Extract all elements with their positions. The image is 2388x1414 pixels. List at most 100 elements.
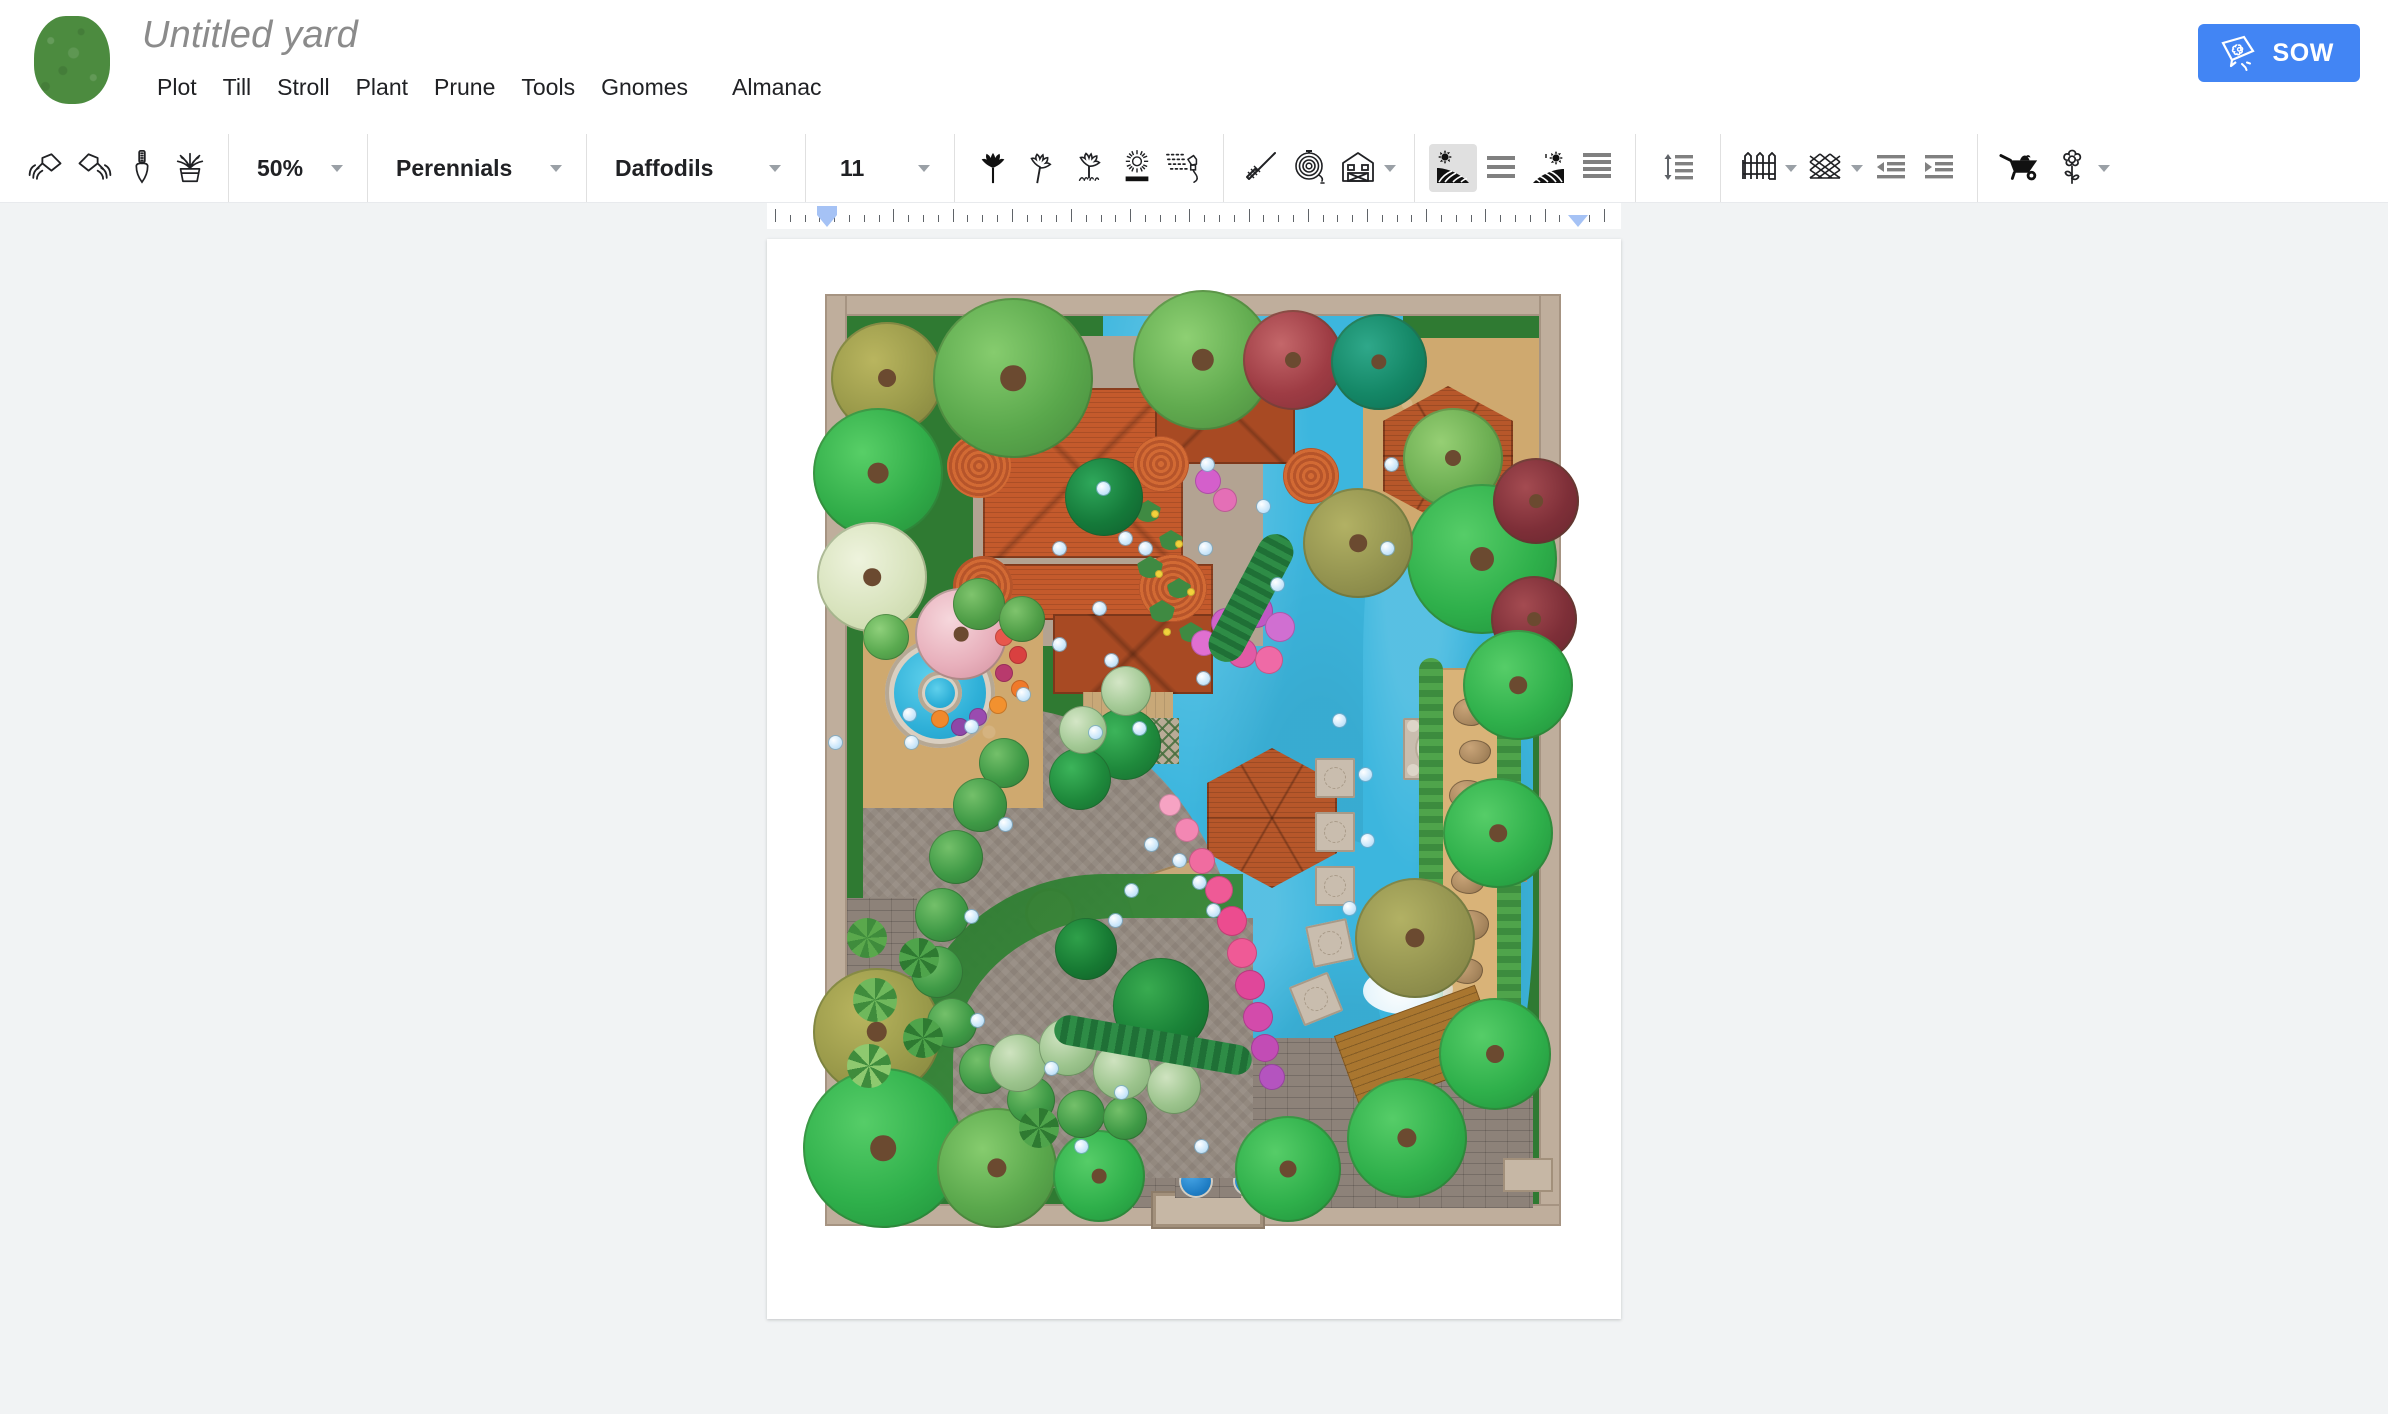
- landscape-garden-plan[interactable]: [803, 278, 1593, 1278]
- app-logo[interactable]: [22, 16, 122, 104]
- selection-handle-21[interactable]: [1133, 722, 1146, 735]
- seed-packet-icon: [2218, 33, 2258, 74]
- rake-button[interactable]: [1238, 144, 1286, 192]
- wheelbarrow-button[interactable]: [1992, 144, 2048, 192]
- size-select[interactable]: 11: [820, 144, 940, 192]
- selection-handle-37[interactable]: [1195, 1140, 1208, 1153]
- bold-flower-button[interactable]: [969, 144, 1017, 192]
- chevron-down-icon[interactable]: [1384, 164, 1396, 172]
- selection-handle-33[interactable]: [965, 910, 978, 923]
- menu-item-almanac[interactable]: Almanac: [719, 70, 834, 105]
- align-lines-right-button[interactable]: [1573, 144, 1621, 192]
- hose-reel-button[interactable]: [1286, 144, 1334, 192]
- selection-handle-10[interactable]: [1271, 578, 1284, 591]
- toolbar-group-mode: [1992, 134, 2114, 202]
- selection-handle-38[interactable]: [1075, 1140, 1088, 1153]
- ruler-tick: [982, 215, 983, 222]
- selection-handle-34[interactable]: [971, 1014, 984, 1027]
- selection-handle-11[interactable]: [1093, 602, 1106, 615]
- selection-handle-29[interactable]: [1207, 904, 1220, 917]
- menu-item-prune[interactable]: Prune: [421, 70, 508, 105]
- selection-handle-20[interactable]: [1089, 726, 1102, 739]
- selection-handle-7[interactable]: [1199, 542, 1212, 555]
- topiary-mid-south: [1055, 918, 1117, 980]
- selection-handle-32[interactable]: [999, 818, 1012, 831]
- selection-handle-16[interactable]: [903, 708, 916, 721]
- canvas-scroll-area[interactable]: [0, 228, 2388, 1414]
- picket-fence-button[interactable]: [1735, 144, 1783, 192]
- selection-handle-12[interactable]: [1053, 638, 1066, 651]
- editing-mode-flower-button[interactable]: [2048, 144, 2096, 192]
- underline-flower-button[interactable]: [1065, 144, 1113, 192]
- chevron-down-icon[interactable]: [1785, 164, 1797, 172]
- horizontal-ruler[interactable]: [767, 203, 1621, 229]
- menu-item-tools[interactable]: Tools: [508, 70, 588, 105]
- ruler-tick: [1027, 215, 1028, 222]
- selection-handle-14[interactable]: [1197, 672, 1210, 685]
- selection-handle-2[interactable]: [1201, 458, 1214, 471]
- agave-3: [847, 1044, 891, 1088]
- align-right-field-button[interactable]: [1525, 144, 1573, 192]
- selection-handle-9[interactable]: [1381, 542, 1394, 555]
- tree-southeast: [1439, 998, 1551, 1110]
- menu-item-gnomes[interactable]: Gnomes: [588, 70, 701, 105]
- selection-handle-24[interactable]: [1361, 834, 1374, 847]
- zoom-select[interactable]: 50%: [243, 144, 353, 192]
- selection-handle-4[interactable]: [1257, 500, 1270, 513]
- lattice-fence-button[interactable]: [1801, 144, 1849, 192]
- selection-handle-15[interactable]: [1017, 688, 1030, 701]
- agave-6: [1019, 1108, 1059, 1148]
- selection-handle-8[interactable]: [1385, 458, 1398, 471]
- watering-can-right-button[interactable]: [70, 144, 118, 192]
- left-indent-marker[interactable]: [816, 215, 837, 227]
- border-flower-3: [995, 664, 1013, 682]
- plant-family-select[interactable]: Perennials: [382, 144, 572, 192]
- selection-handle-36[interactable]: [1115, 1086, 1128, 1099]
- field-sunrise-right-icon: [1532, 150, 1566, 187]
- italic-flower-button[interactable]: [1017, 144, 1065, 192]
- decrease-indent-button[interactable]: [1867, 144, 1915, 192]
- page-title[interactable]: Untitled yard: [142, 15, 835, 56]
- increase-indent-button[interactable]: [1915, 144, 1963, 192]
- selection-handle-5[interactable]: [1053, 542, 1066, 555]
- selection-handle-1[interactable]: [1097, 482, 1110, 495]
- menu-item-plant[interactable]: Plant: [343, 70, 421, 105]
- menu-item-till[interactable]: Till: [210, 70, 265, 105]
- menu-item-plot[interactable]: Plot: [144, 70, 210, 105]
- line-spacing-button[interactable]: [1650, 144, 1706, 192]
- spray-color-button[interactable]: [1161, 144, 1209, 192]
- selection-handle-17[interactable]: [965, 720, 978, 733]
- selection-handle-22[interactable]: [1333, 714, 1346, 727]
- selection-handle-13[interactable]: [1105, 654, 1118, 667]
- garden-plan-page[interactable]: [767, 239, 1621, 1319]
- selection-handle-19[interactable]: [905, 736, 918, 749]
- ruler-tick: [1175, 215, 1176, 222]
- selection-handle-31[interactable]: [1109, 914, 1122, 927]
- menu-item-stroll[interactable]: Stroll: [264, 70, 342, 105]
- align-left-field-button[interactable]: [1429, 144, 1477, 192]
- chevron-down-icon[interactable]: [1851, 164, 1863, 172]
- selection-handle-35[interactable]: [1045, 1062, 1058, 1075]
- plant-kind-select[interactable]: Daffodils: [601, 144, 791, 192]
- watering-can-left-button[interactable]: [22, 144, 70, 192]
- trowel-button[interactable]: [118, 144, 166, 192]
- selection-handle-23[interactable]: [1359, 768, 1372, 781]
- barn-button[interactable]: [1334, 144, 1382, 192]
- decrease-indent-icon: [1875, 153, 1907, 184]
- sow-button[interactable]: SOW: [2198, 24, 2360, 82]
- selection-handle-28[interactable]: [1193, 876, 1206, 889]
- right-indent-marker[interactable]: [1568, 215, 1589, 227]
- chevron-down-icon[interactable]: [2098, 164, 2110, 172]
- selection-handle-3[interactable]: [1119, 532, 1132, 545]
- selection-handle-25[interactable]: [1343, 902, 1356, 915]
- left-indent-bar[interactable]: [816, 206, 837, 215]
- align-lines-left-button[interactable]: [1477, 144, 1525, 192]
- selection-handle-27[interactable]: [1173, 854, 1186, 867]
- tree-olive-east: [1303, 488, 1413, 598]
- selection-handle-26[interactable]: [1145, 838, 1158, 851]
- selection-handle-18[interactable]: [829, 736, 842, 749]
- strikethrough-daisy-button[interactable]: [1113, 144, 1161, 192]
- selection-handle-6[interactable]: [1139, 542, 1152, 555]
- potted-plant-button[interactable]: [166, 144, 214, 192]
- selection-handle-30[interactable]: [1125, 884, 1138, 897]
